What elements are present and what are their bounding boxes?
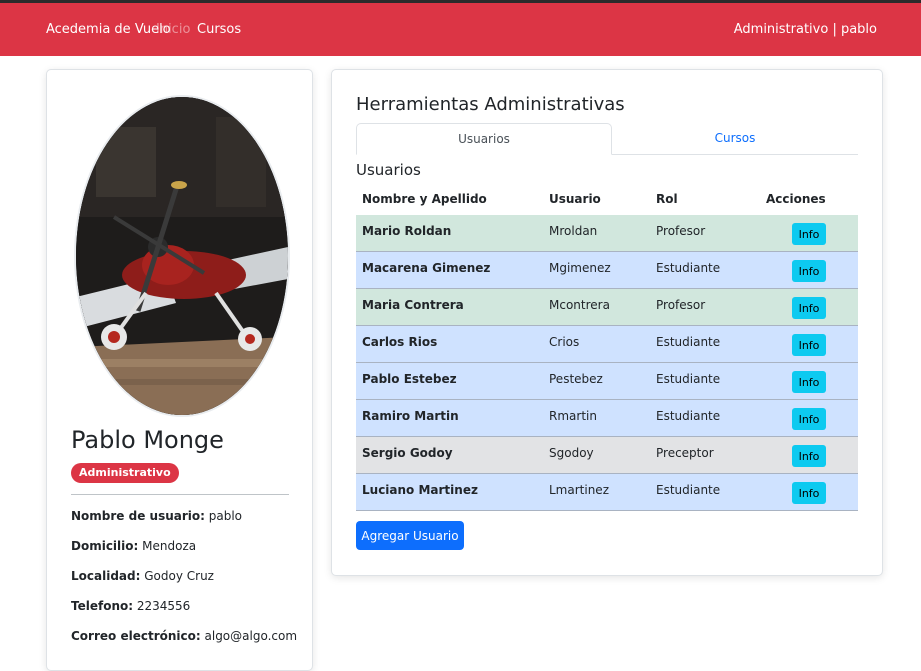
cell-name: Ramiro Martin <box>362 409 459 423</box>
table-row: Luciano Martinez Lmartinez Estudiante In… <box>356 474 858 511</box>
table-header: Nombre y Apellido Usuario Rol Acciones <box>356 182 858 215</box>
column-header-rol: Rol <box>656 192 678 206</box>
cell-name: Carlos Rios <box>362 335 438 349</box>
navbar-brand[interactable]: Acedemia de Vuelo <box>46 22 171 37</box>
info-domicilio: Domicilio: Mendoza <box>71 539 196 553</box>
cell-rol: Estudiante <box>656 372 721 386</box>
info-label: Nombre de usuario: <box>71 509 205 523</box>
cell-name: Sergio Godoy <box>362 446 453 460</box>
info-label: Domicilio: <box>71 539 139 553</box>
cell-user: Mcontrera <box>549 298 610 312</box>
cell-rol: Profesor <box>656 224 706 238</box>
cell-name: Macarena Gimenez <box>362 261 491 275</box>
cell-name: Luciano Martinez <box>362 483 478 497</box>
cell-user: Mroldan <box>549 224 598 238</box>
section-title: Usuarios <box>356 161 421 179</box>
role-badge: Administrativo <box>71 463 179 483</box>
cell-rol: Profesor <box>656 298 706 312</box>
profile-name: Pablo Monge <box>71 426 224 454</box>
profile-photo <box>74 95 290 417</box>
table-row: Macarena Gimenez Mgimenez Estudiante Inf… <box>356 252 858 289</box>
info-value: Godoy Cruz <box>144 569 214 583</box>
cell-rol: Preceptor <box>656 446 714 460</box>
tab-usuarios[interactable]: Usuarios <box>356 123 612 155</box>
cell-name: Maria Contrera <box>362 298 464 312</box>
admin-tabs: Usuarios Cursos <box>356 123 858 155</box>
table-row: Sergio Godoy Sgodoy Preceptor Info <box>356 437 858 474</box>
info-button[interactable]: Info <box>792 334 826 356</box>
users-table: Nombre y Apellido Usuario Rol Acciones M… <box>356 182 858 511</box>
admin-card: Herramientas Administrativas Usuarios Cu… <box>331 69 883 576</box>
info-label: Correo electrónico: <box>71 629 201 643</box>
cell-rol: Estudiante <box>656 483 721 497</box>
info-button[interactable]: Info <box>792 297 826 319</box>
profile-card: Pablo Monge Administrativo Nombre de usu… <box>46 69 313 671</box>
table-row: Pablo Estebez Pestebez Estudiante Info <box>356 363 858 400</box>
divider <box>71 494 289 495</box>
info-button[interactable]: Info <box>792 260 826 282</box>
cell-user: Lmartinez <box>549 483 609 497</box>
info-label: Telefono: <box>71 599 134 613</box>
add-user-button[interactable]: Agregar Usuario <box>356 521 464 550</box>
info-button[interactable]: Info <box>792 445 826 467</box>
cell-name: Pablo Estebez <box>362 372 457 386</box>
info-email: Correo electrónico: algo@algo.com <box>71 629 297 643</box>
nav-link-inicio[interactable]: Inicio <box>156 22 190 37</box>
table-row: Maria Contrera Mcontrera Profesor Info <box>356 289 858 326</box>
info-button[interactable]: Info <box>792 223 826 245</box>
info-button[interactable]: Info <box>792 408 826 430</box>
column-header-user: Usuario <box>549 192 601 206</box>
tab-cursos[interactable]: Cursos <box>612 123 858 154</box>
column-header-name: Nombre y Apellido <box>362 192 487 206</box>
info-username: Nombre de usuario: pablo <box>71 509 242 523</box>
cell-user: Rmartin <box>549 409 597 423</box>
cell-user: Sgodoy <box>549 446 594 460</box>
airplane-image <box>76 97 288 415</box>
cell-rol: Estudiante <box>656 261 721 275</box>
info-value: 2234556 <box>136 599 191 613</box>
table-row: Mario Roldan Mroldan Profesor Info <box>356 215 858 252</box>
cell-user: Crios <box>549 335 580 349</box>
cell-rol: Estudiante <box>656 409 721 423</box>
cell-user: Mgimenez <box>549 261 611 275</box>
info-button[interactable]: Info <box>792 482 826 504</box>
admin-title: Herramientas Administrativas <box>356 94 625 115</box>
table-row: Ramiro Martin Rmartin Estudiante Info <box>356 400 858 437</box>
navbar: Acedemia de Vuelo Inicio Cursos Administ… <box>0 3 921 56</box>
info-value: pablo <box>208 509 243 523</box>
cell-name: Mario Roldan <box>362 224 452 238</box>
navbar-user-label[interactable]: Administrativo | pablo <box>734 22 877 37</box>
info-value: algo@algo.com <box>204 629 298 643</box>
info-value: Mendoza <box>142 539 197 553</box>
info-button[interactable]: Info <box>792 371 826 393</box>
cell-rol: Estudiante <box>656 335 721 349</box>
column-header-acciones: Acciones <box>766 192 826 206</box>
table-row: Carlos Rios Crios Estudiante Info <box>356 326 858 363</box>
info-localidad: Localidad: Godoy Cruz <box>71 569 214 583</box>
info-telefono: Telefono: 2234556 <box>71 599 190 613</box>
info-label: Localidad: <box>71 569 141 583</box>
cell-user: Pestebez <box>549 372 603 386</box>
nav-link-cursos[interactable]: Cursos <box>197 22 241 37</box>
